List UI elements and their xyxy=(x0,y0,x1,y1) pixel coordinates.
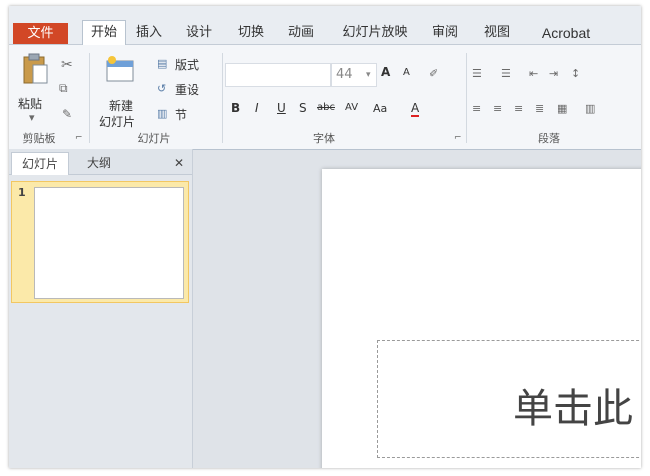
tab-outline[interactable]: 大纲 xyxy=(71,152,127,174)
close-icon[interactable]: ✕ xyxy=(169,152,189,174)
justify-icon[interactable]: ≣ xyxy=(535,102,544,115)
bullets-icon[interactable]: ☰ xyxy=(472,67,482,80)
shrink-font-button[interactable]: A xyxy=(403,67,410,78)
new-slide-icon xyxy=(106,56,134,82)
character-spacing-button[interactable]: AV xyxy=(345,102,358,113)
tab-slideshow[interactable]: 幻灯片放映 xyxy=(335,22,415,44)
paste-label: 粘贴 xyxy=(18,97,43,111)
placeholder-text: 单击此 xyxy=(513,386,633,432)
tab-view[interactable]: 视图 xyxy=(479,22,515,44)
tab-insert[interactable]: 插入 xyxy=(131,22,167,44)
copy-icon[interactable]: ⧉ xyxy=(59,81,68,96)
slide-canvas[interactable]: 单击此 xyxy=(322,169,641,468)
group-divider xyxy=(222,53,223,143)
tab-animations[interactable]: 动画 xyxy=(283,22,319,44)
columns-icon[interactable]: ▥ xyxy=(585,102,595,115)
strikethrough-button[interactable]: abc xyxy=(317,102,335,113)
reset-icon: ↺ xyxy=(157,82,167,95)
shadow-button[interactable]: S xyxy=(299,101,307,115)
slide-thumbnail[interactable] xyxy=(34,187,184,299)
grow-font-button[interactable]: A xyxy=(381,65,390,79)
format-painter-icon[interactable]: ✎ xyxy=(62,107,72,121)
tab-design[interactable]: 设计 xyxy=(181,22,217,44)
group-divider xyxy=(466,53,467,143)
ribbon-tabs: 文件 开始 插入 设计 切换 动画 幻灯片放映 审阅 视图 Acrobat xyxy=(9,6,641,46)
cut-icon[interactable]: ✂ xyxy=(61,57,73,73)
powerpoint-window: 文件 开始 插入 设计 切换 动画 幻灯片放映 审阅 视图 Acrobat 粘贴… xyxy=(9,6,641,468)
chevron-down-icon: ▾ xyxy=(29,111,35,124)
font-color-button[interactable]: A xyxy=(411,101,420,117)
font-size-value: 44 xyxy=(336,67,353,82)
font-name-combobox[interactable] xyxy=(225,63,331,87)
clipboard-group-label: 剪贴板 xyxy=(22,132,56,145)
layout-icon: ▤ xyxy=(157,57,168,70)
font-group-label: 字体 xyxy=(313,132,335,145)
slide-number: 1 xyxy=(18,186,26,199)
dialog-launcher-icon[interactable]: ⌐ xyxy=(454,133,462,143)
slide-thumbnail-item[interactable]: 1 xyxy=(11,181,189,303)
clipboard-icon xyxy=(23,53,48,84)
reset-button[interactable]: ↺ 重设 xyxy=(157,80,219,98)
dialog-launcher-icon[interactable]: ⌐ xyxy=(75,133,83,143)
section-button[interactable]: ▥ 节 xyxy=(157,105,219,123)
paste-button[interactable]: 粘贴 ▾ xyxy=(13,51,55,125)
chevron-down-icon: ▾ xyxy=(366,70,371,80)
slides-panel: 幻灯片 大纲 ✕ 1 xyxy=(9,149,193,468)
change-case-button[interactable]: Aa xyxy=(373,102,387,115)
layout-button[interactable]: ▤ 版式 xyxy=(157,55,219,73)
italic-button[interactable]: I xyxy=(255,101,259,115)
bold-button[interactable]: B xyxy=(231,101,240,115)
tab-slides[interactable]: 幻灯片 xyxy=(11,152,69,175)
section-label: 节 xyxy=(175,108,188,122)
ribbon: 粘贴 ▾ ✂ ⧉ ✎ 剪贴板 ⌐ 新建 幻灯片 ▤ 版式 ↺ 重设 ▥ 节 幻灯… xyxy=(9,45,641,150)
new-slide-label-top: 新建 xyxy=(109,99,134,113)
align-right-icon[interactable]: ≡ xyxy=(514,102,523,115)
tab-file[interactable]: 文件 xyxy=(13,23,68,44)
tab-transitions[interactable]: 切换 xyxy=(233,22,269,44)
clear-formatting-icon[interactable]: ✐ xyxy=(429,67,438,80)
section-icon: ▥ xyxy=(157,107,168,120)
group-divider xyxy=(89,53,90,143)
line-spacing-icon[interactable]: ↕ xyxy=(571,67,580,80)
paragraph-group-label: 段落 xyxy=(538,132,560,145)
new-slide-label-bottom: 幻灯片 xyxy=(99,115,136,129)
increase-indent-icon[interactable]: ⇥ xyxy=(549,67,558,80)
title-placeholder[interactable]: 单击此 xyxy=(377,340,641,458)
underline-button[interactable]: U xyxy=(277,101,286,115)
align-left-icon[interactable]: ≡ xyxy=(472,102,481,115)
new-slide-button[interactable]: 新建 幻灯片 xyxy=(95,51,143,129)
font-size-combobox[interactable]: 44 ▾ xyxy=(331,63,377,87)
panel-tabs: 幻灯片 大纲 ✕ xyxy=(9,149,192,175)
slides-group-label: 幻灯片 xyxy=(137,132,171,145)
reset-label: 重设 xyxy=(175,83,200,97)
distributed-icon[interactable]: ▦ xyxy=(557,102,567,115)
tab-home[interactable]: 开始 xyxy=(82,20,126,46)
align-center-icon[interactable]: ≡ xyxy=(493,102,502,115)
layout-label: 版式 xyxy=(175,58,200,72)
numbering-icon[interactable]: ☰ xyxy=(501,67,511,80)
tab-acrobat[interactable]: Acrobat xyxy=(533,22,599,44)
decrease-indent-icon[interactable]: ⇤ xyxy=(529,67,538,80)
tab-review[interactable]: 审阅 xyxy=(427,22,463,44)
